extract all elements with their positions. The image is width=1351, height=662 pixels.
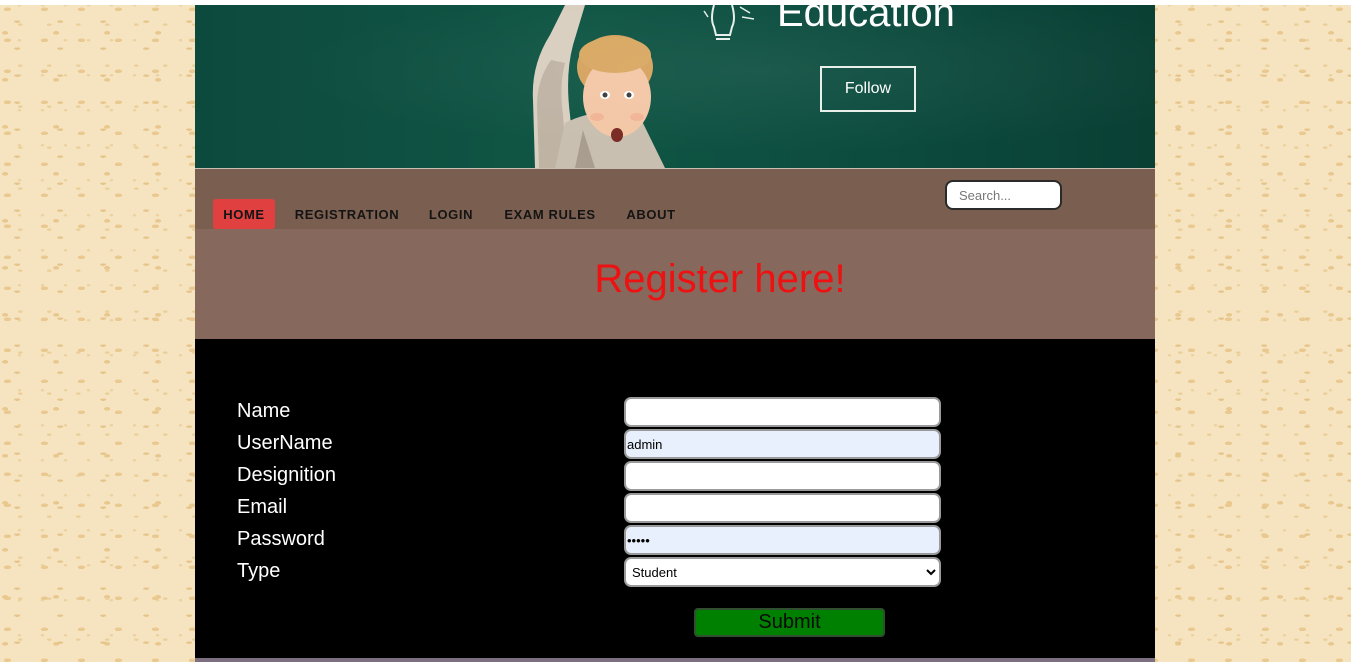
nav-item-exam-rules[interactable]: EXAM RULES [495,199,605,229]
designation-field[interactable] [624,461,941,491]
page-title: Register here! [594,257,846,301]
designation-label: Designition [237,464,336,486]
name-label: Name [237,400,291,422]
type-select[interactable]: Student [624,557,941,587]
nav-item-login[interactable]: LOGIN [419,199,483,229]
nav-item-home[interactable]: HOME [213,199,275,229]
child-photo [532,5,665,168]
name-field[interactable] [624,397,941,427]
follow-button[interactable]: Follow [820,66,916,112]
registration-form: Name UserName Designition Email Password… [195,339,1155,658]
type-label: Type [237,560,281,582]
email-label: Email [237,496,288,518]
username-field[interactable] [624,429,941,459]
nav-item-registration[interactable]: REGISTRATION [285,199,409,229]
username-label: UserName [237,432,333,454]
password-field[interactable] [624,525,941,555]
search-input[interactable] [945,180,1062,210]
lightbulb-chalk-icon [703,5,755,40]
main-nav: HOME REGISTRATION LOGIN EXAM RULES ABOUT [195,169,1155,229]
page-container: Education Follow HOME REGISTRATION LOGIN… [195,5,1155,662]
email-field[interactable] [624,493,941,523]
register-header-band: Register here! [195,229,1155,339]
password-label: Password [237,528,325,550]
footer-edge [195,658,1155,662]
submit-button[interactable]: Submit [694,608,885,637]
banner-title: Education [777,5,955,35]
hero-banner: Education Follow [195,5,1155,168]
nav-item-about[interactable]: ABOUT [615,199,687,229]
